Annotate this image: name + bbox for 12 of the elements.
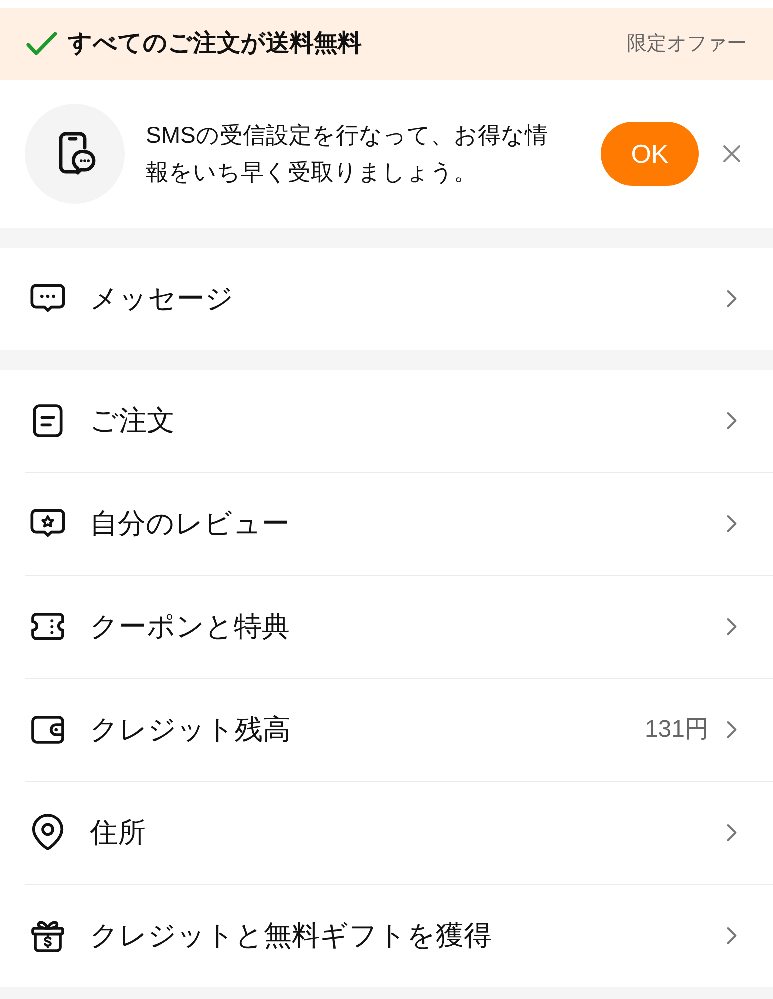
menu-item-label: ご注文	[90, 404, 176, 438]
checkmark-icon	[26, 31, 58, 57]
menu-item-label: 住所	[90, 816, 147, 850]
menu-item-label: クレジットと無料ギフトを獲得	[90, 919, 493, 953]
menu-item-label: 自分のレビュー	[90, 507, 291, 541]
credit-balance-value: 131円	[644, 715, 709, 745]
menu-item-label: クレジット残高	[90, 713, 292, 747]
menu-item-label: クーポンと特典	[90, 610, 291, 644]
promo-text: すべてのご注文が送料無料	[68, 29, 363, 59]
offer-tag: 限定オファー	[627, 29, 747, 59]
sms-prompt-text: SMSの受信設定を行なって、お得な情報をいち早く受取りましょう。	[146, 121, 549, 187]
menu-item-label: メッセージ	[90, 282, 235, 316]
